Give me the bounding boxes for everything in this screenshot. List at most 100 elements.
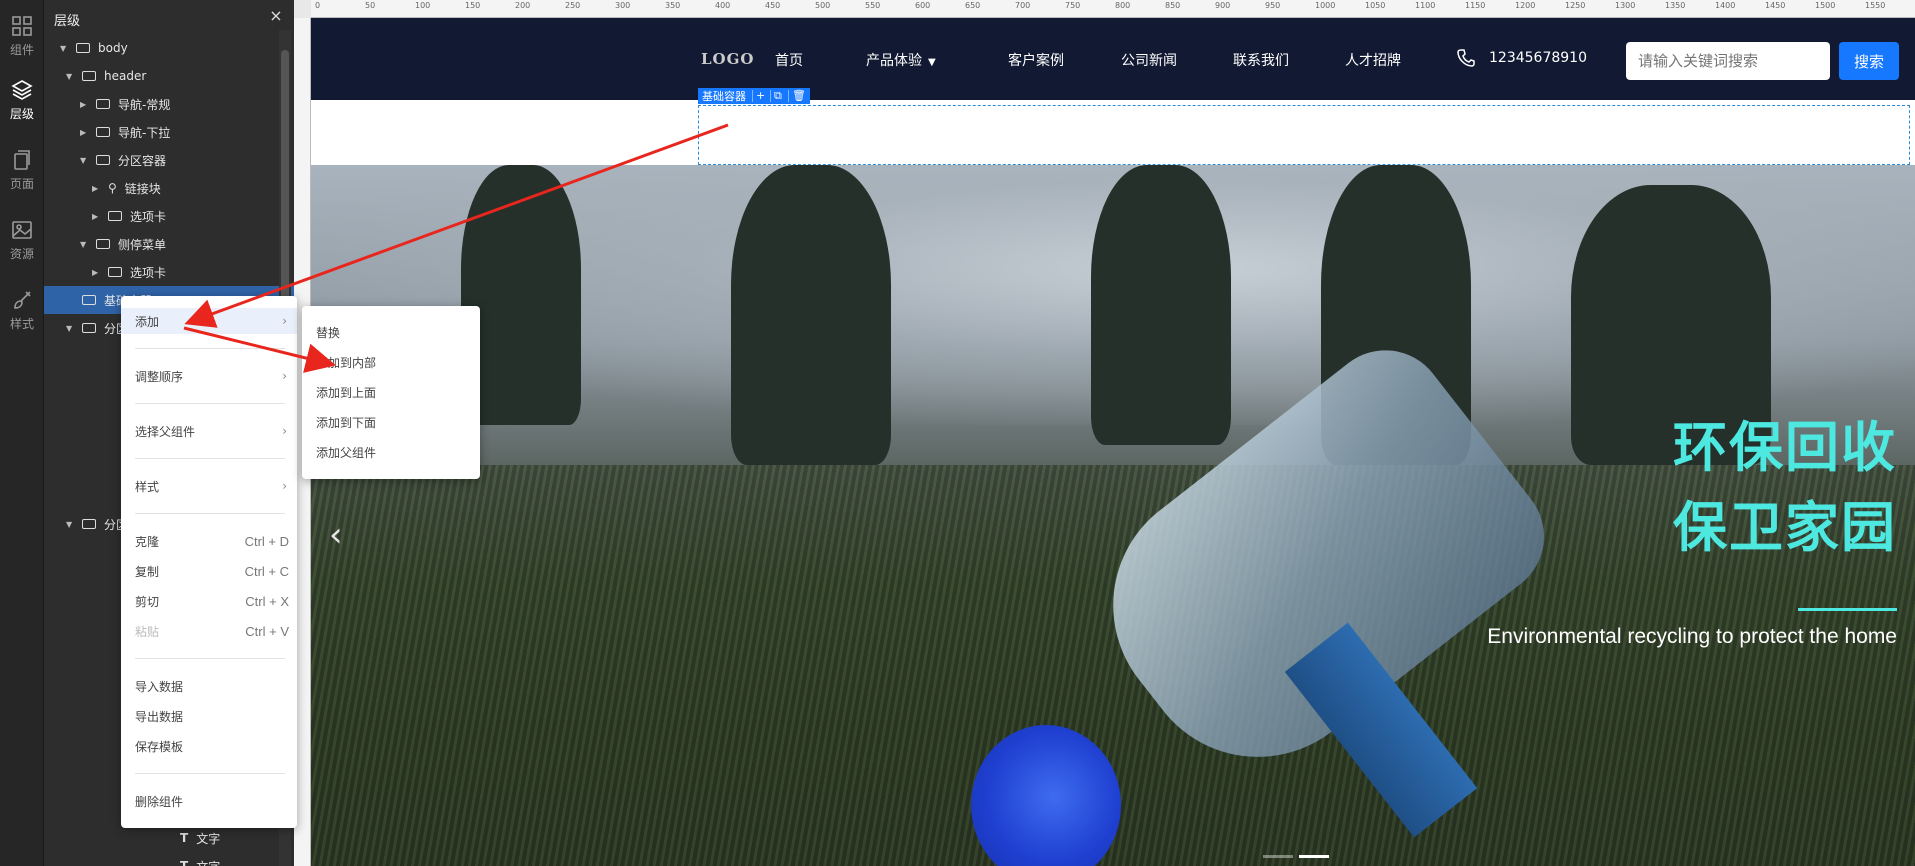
tree-node[interactable]: ▼ 分区容器 <box>44 146 294 174</box>
menu-label: 样式 <box>135 479 160 494</box>
slider-prev-arrow[interactable]: ‹ <box>329 515 351 555</box>
menu-clone[interactable]: 克隆 Ctrl + D <box>121 528 297 554</box>
rail-styles[interactable]: 样式 <box>0 282 44 338</box>
caret-down-icon[interactable]: ▼ <box>66 72 76 81</box>
rail-layers[interactable]: 层级 <box>0 72 44 128</box>
tree-node[interactable]: ▶ 导航-常规 <box>44 90 294 118</box>
caret-right-icon[interactable]: ▶ <box>80 128 90 137</box>
caret-down-icon[interactable]: ▼ <box>60 44 70 53</box>
rail-pages[interactable]: 页面 <box>0 142 44 198</box>
tree-label: header <box>104 69 147 83</box>
menu-shortcut: Ctrl + C <box>244 563 289 579</box>
site-header[interactable]: LOGO 首页 产品体验 ▼ 客户案例 公司新闻 联系我们 人才招牌 123456… <box>311 18 1915 100</box>
ruler-tick: 1500 <box>1815 1 1836 10</box>
tree-node[interactable]: ▶ ⚲ 链接块 <box>44 174 294 202</box>
menu-copy[interactable]: 复制 Ctrl + C <box>121 558 297 584</box>
tree-node[interactable]: ▼ 侧停菜单 <box>44 230 294 258</box>
menu-label: 剪切 <box>135 594 160 609</box>
tree-node[interactable]: T 文字 <box>44 852 294 866</box>
slider-dot[interactable] <box>1263 855 1293 858</box>
nav-news[interactable]: 公司新闻 <box>1121 50 1177 70</box>
tree-label: 分区容器 <box>118 153 167 168</box>
menu-label: 选择父组件 <box>135 424 196 439</box>
caret-right-icon[interactable]: ▶ <box>92 268 102 277</box>
menu-paste[interactable]: 粘贴 Ctrl + V <box>121 618 297 644</box>
caret-down-icon: ▼ <box>928 57 936 68</box>
palm-silhouette <box>1091 165 1231 445</box>
caret-down-icon[interactable]: ▼ <box>66 520 76 529</box>
brush-icon <box>14 290 31 309</box>
context-menu: 添加 › 调整顺序 › 选择父组件 › 样式 › 克隆 Ctrl + D 复制 Ctrl +… <box>121 296 297 828</box>
menu-label: 添加 <box>135 314 160 329</box>
hero-title-line1: 环保回收 <box>1673 416 1897 479</box>
tree-node[interactable]: ▶ 导航-下拉 <box>44 118 294 146</box>
menu-label: 复制 <box>135 564 160 579</box>
ruler-tick: 150 <box>465 1 481 10</box>
add-icon[interactable]: + <box>752 90 765 102</box>
text-icon: T <box>180 859 189 866</box>
menu-save-template[interactable]: 保存模板 <box>121 733 297 759</box>
submenu-add-inside[interactable]: 添加到内部 <box>302 348 480 376</box>
ruler-tick: 100 <box>415 1 431 10</box>
ruler-tick: 700 <box>1015 1 1031 10</box>
ruler-tick: 800 <box>1115 1 1131 10</box>
menu-style[interactable]: 样式 › <box>121 473 297 499</box>
basic-container-outline[interactable] <box>698 105 1910 165</box>
ruler-tick: 850 <box>1165 1 1181 10</box>
search-button[interactable]: 搜索 <box>1839 42 1899 80</box>
text-icon: T <box>180 831 189 845</box>
caret-down-icon[interactable]: ▼ <box>66 324 76 333</box>
submenu-add-above[interactable]: 添加到上面 <box>302 378 480 406</box>
menu-divider <box>135 458 285 459</box>
nav-careers[interactable]: 人才招牌 <box>1345 50 1401 70</box>
copy-icon[interactable]: ⧉ <box>770 90 782 102</box>
menu-import-data[interactable]: 导入数据 <box>121 673 297 699</box>
menu-select-parent[interactable]: 选择父组件 › <box>121 418 297 444</box>
submenu-add-parent[interactable]: 添加父组件 <box>302 438 480 466</box>
tree-node-body[interactable]: ▼ body <box>44 34 294 62</box>
link-icon: ⚲ <box>108 181 117 195</box>
nav-home[interactable]: 首页 <box>775 50 803 70</box>
rail-assets[interactable]: 资源 <box>0 212 44 268</box>
menu-divider <box>135 658 285 659</box>
box-icon <box>82 323 96 333</box>
search-input[interactable] <box>1626 42 1830 80</box>
caret-right-icon[interactable]: ▶ <box>92 212 102 221</box>
tree-node[interactable]: ▶ 选项卡 <box>44 258 294 286</box>
tree-label: 导航-常规 <box>118 97 171 112</box>
slider-dot-active[interactable] <box>1299 855 1329 858</box>
ruler-tick: 350 <box>665 1 681 10</box>
design-canvas[interactable]: LOGO 首页 产品体验 ▼ 客户案例 公司新闻 联系我们 人才招牌 123456… <box>311 18 1915 866</box>
menu-reorder[interactable]: 调整顺序 › <box>121 363 297 389</box>
trash-icon[interactable]: 🗑 <box>788 90 806 102</box>
submenu-add-below[interactable]: 添加到下面 <box>302 408 480 436</box>
caret-down-icon[interactable]: ▼ <box>80 240 90 249</box>
tree-node[interactable]: ▶ 选项卡 <box>44 202 294 230</box>
box-icon <box>82 519 96 529</box>
caret-right-icon[interactable]: ▶ <box>80 100 90 109</box>
tree-node[interactable]: T 文字 <box>44 824 294 852</box>
ruler-tick: 250 <box>565 1 581 10</box>
page-icon <box>14 149 30 170</box>
nav-cases[interactable]: 客户案例 <box>1008 50 1064 70</box>
hero-banner[interactable]: 环保回收 保卫家园 Environmental recycling to pro… <box>311 165 1915 866</box>
menu-export-data[interactable]: 导出数据 <box>121 703 297 729</box>
menu-delete-component[interactable]: 删除组件 <box>121 788 297 814</box>
site-logo[interactable]: LOGO <box>701 50 755 68</box>
caret-down-icon[interactable]: ▼ <box>80 156 90 165</box>
close-icon[interactable]: × <box>268 8 284 24</box>
nav-product[interactable]: 产品体验 ▼ <box>866 50 936 70</box>
tree-node-header[interactable]: ▼ header <box>44 62 294 90</box>
rail-components[interactable]: 组件 <box>0 8 44 64</box>
menu-cut[interactable]: 剪切 Ctrl + X <box>121 588 297 614</box>
box-icon <box>96 127 110 137</box>
ruler-tick: 550 <box>865 1 881 10</box>
ruler-tick: 1450 <box>1765 1 1786 10</box>
menu-add[interactable]: 添加 › <box>121 308 297 334</box>
submenu-replace[interactable]: 替换 <box>302 318 480 346</box>
caret-right-icon[interactable]: ▶ <box>92 184 102 193</box>
nav-contact[interactable]: 联系我们 <box>1233 50 1289 70</box>
menu-divider <box>135 513 285 514</box>
ruler-tick: 300 <box>615 1 631 10</box>
component-toolbar[interactable]: 基础容器 + ⧉ 🗑 <box>698 88 810 104</box>
